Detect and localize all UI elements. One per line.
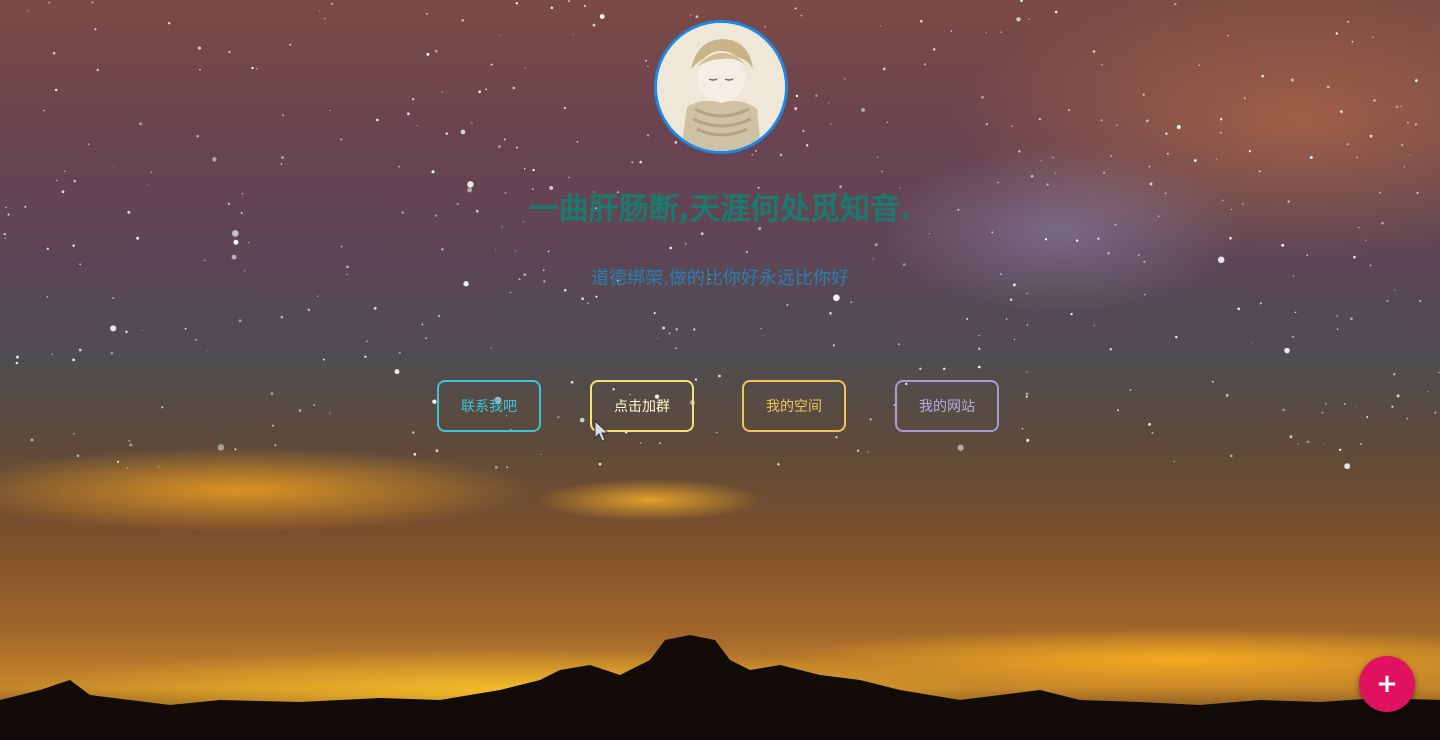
avatar-portrait (657, 23, 785, 151)
add-fab-button[interactable]: + (1359, 656, 1415, 712)
my-website-button[interactable]: 我的网站 (895, 380, 999, 432)
page-title: 一曲肝肠断,天涯何处觅知音. (528, 192, 912, 227)
my-space-button[interactable]: 我的空间 (742, 380, 846, 432)
contact-me-button[interactable]: 联系我吧 (437, 380, 541, 432)
mouse-pointer-icon (594, 420, 610, 442)
page-subtitle: 道德绑架,做的比你好永远比你好 (591, 268, 849, 289)
avatar[interactable] (654, 20, 788, 154)
page: 一曲肝肠断,天涯何处觅知音. 道德绑架,做的比你好永远比你好 联系我吧 点击加群… (0, 0, 1440, 740)
